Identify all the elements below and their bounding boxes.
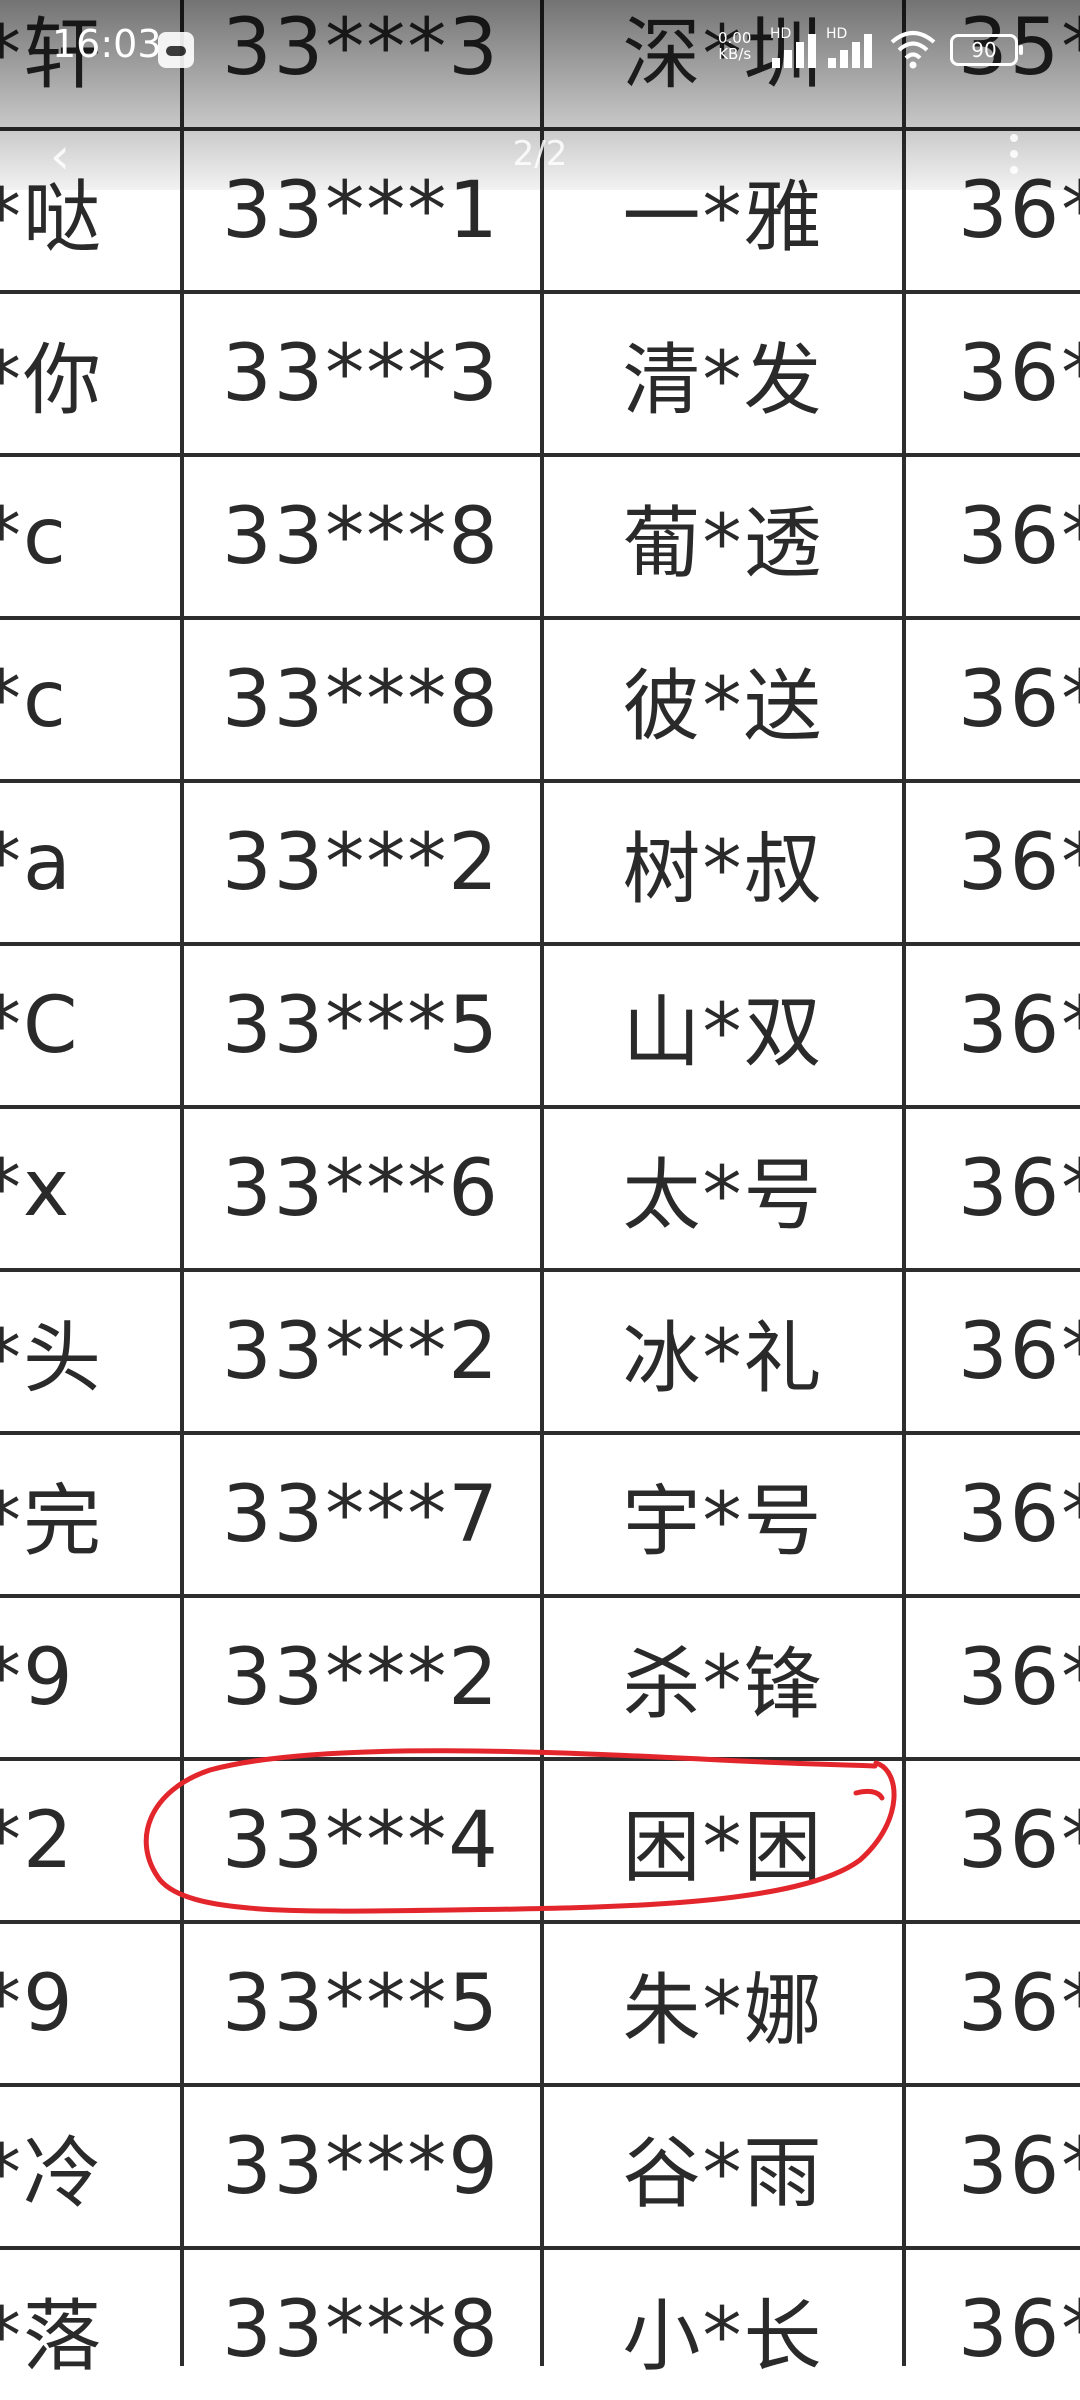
wifi-icon xyxy=(890,31,936,69)
status-bar: 16:03 0.00 KB/s HD HD 90 xyxy=(0,0,1080,100)
network-speed: 0.00 KB/s xyxy=(718,30,751,62)
status-time: 16:03 xyxy=(52,22,162,66)
image-viewer[interactable]: *轩33***3深*圳35**哒33***1一*雅36**你33***3清*发3… xyxy=(0,0,1080,2400)
viewer-toolbar: ‹ 2/2 xyxy=(0,120,1080,200)
cloud-notification-icon xyxy=(158,32,194,68)
signal-strength-icon-1 xyxy=(772,28,832,68)
network-speed-unit: KB/s xyxy=(718,45,752,63)
more-options-icon[interactable] xyxy=(1010,134,1020,182)
signal-strength-icon-2 xyxy=(828,28,888,68)
page-indicator: 2/2 xyxy=(512,134,568,174)
battery-icon: 90 xyxy=(950,34,1023,66)
red-circle-annotation xyxy=(143,1748,897,1914)
battery-level: 90 xyxy=(971,38,997,62)
network-speed-value: 0.00 xyxy=(718,29,752,47)
